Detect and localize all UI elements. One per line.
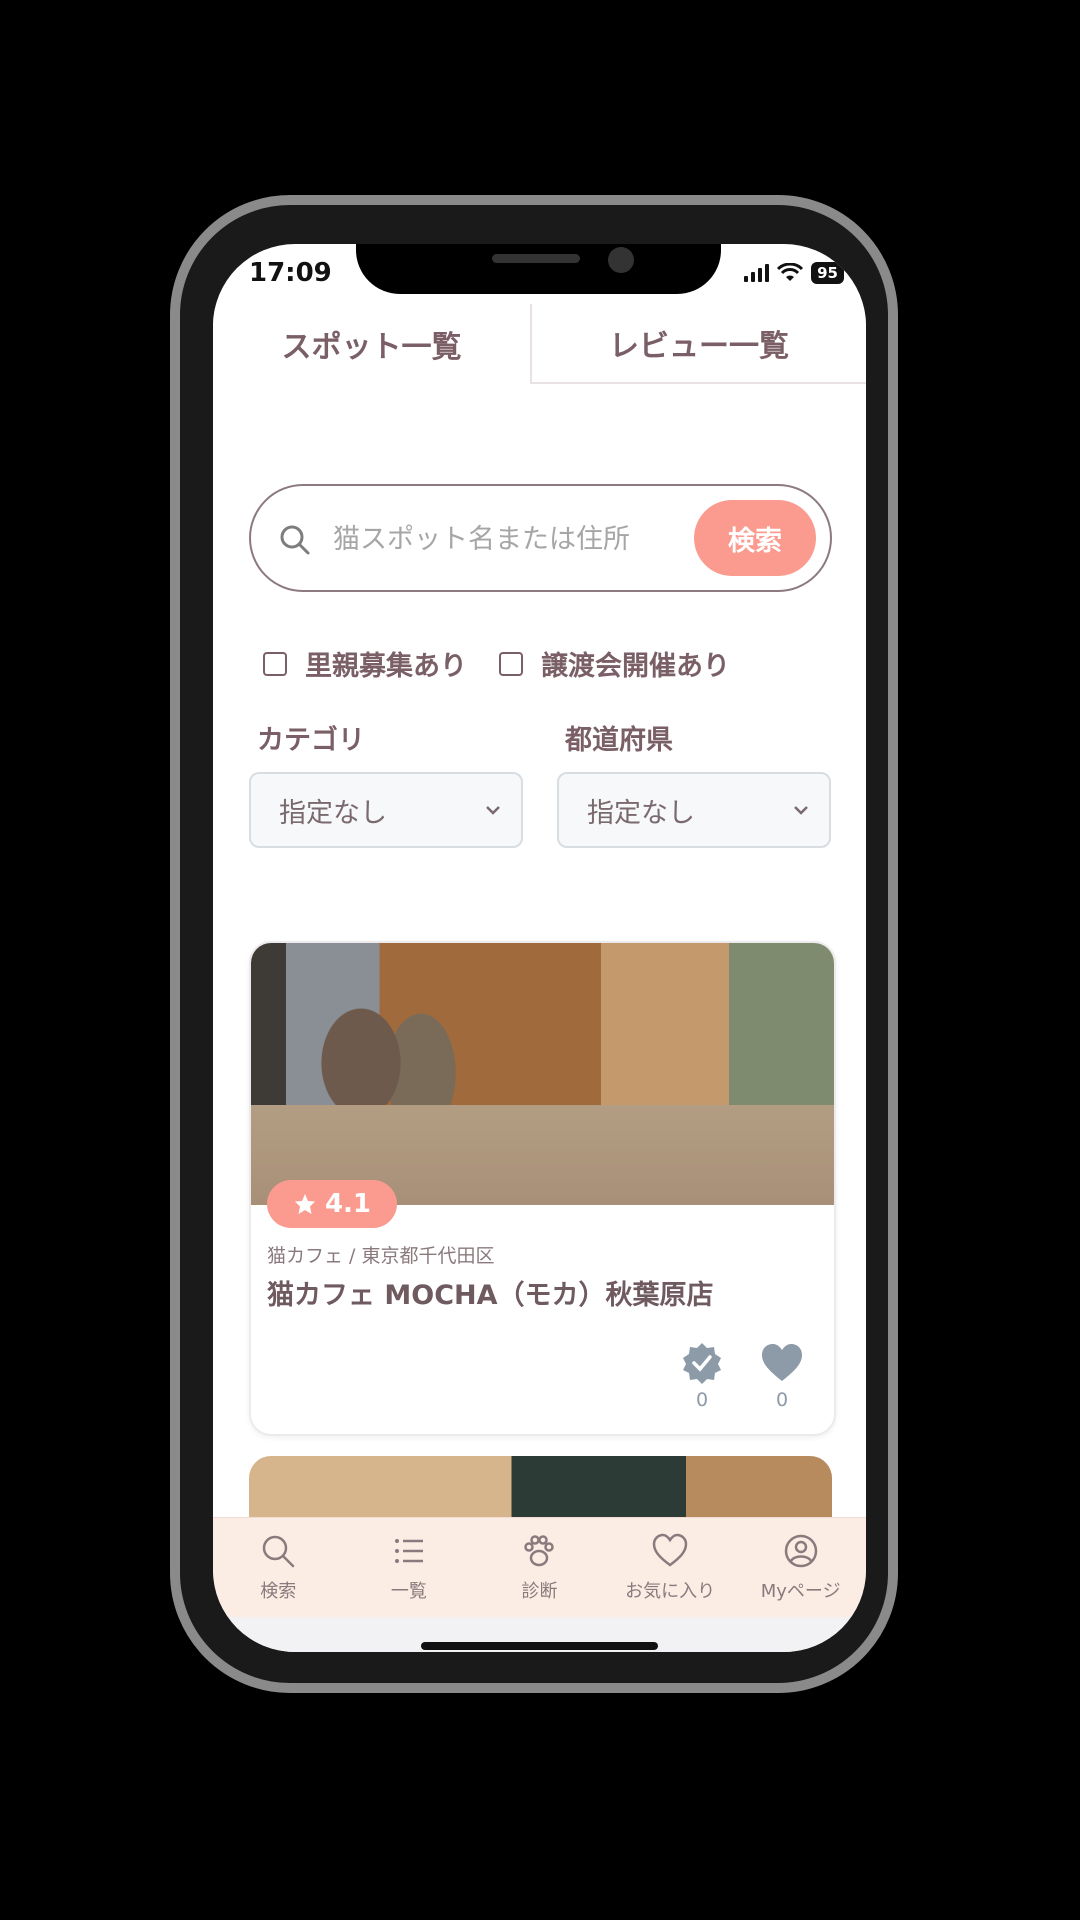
battery-icon: 95 <box>811 262 844 284</box>
nav-label: 診断 <box>521 1581 558 1602</box>
tab-review-list[interactable]: レビュー一覧 <box>530 304 866 384</box>
visited-button[interactable]: 0 <box>680 1341 724 1411</box>
phone-screen: 17:09 95 スポット一覧 レビュー一覧 検索 里親募集あり 譲渡会開催あり <box>213 244 866 1652</box>
nav-label: 検索 <box>260 1581 297 1602</box>
favorite-count: 0 <box>775 1389 789 1411</box>
paw-icon <box>524 1535 555 1567</box>
camera <box>608 247 634 273</box>
search-bar: 検索 <box>249 484 832 592</box>
spot-meta: 猫カフェ / 東京都千代田区 <box>267 1245 495 1267</box>
heart-icon <box>762 1344 802 1381</box>
nav-favorites[interactable]: お気に入り <box>605 1518 736 1618</box>
nav-search[interactable]: 検索 <box>213 1518 344 1618</box>
checkbox-label: 譲渡会開催あり <box>541 651 730 682</box>
wifi-icon <box>777 263 804 281</box>
tab-spot-list[interactable]: スポット一覧 <box>213 304 530 384</box>
nav-mypage[interactable]: Myページ <box>735 1518 866 1618</box>
prefecture-value: 指定なし <box>587 797 695 829</box>
spot-photo <box>251 943 834 1205</box>
rating-badge: 4.1 <box>267 1180 397 1228</box>
tab-bar: スポット一覧 レビュー一覧 <box>213 304 866 384</box>
category-label: カテゴリ <box>257 725 365 756</box>
nav-label: 一覧 <box>390 1581 427 1602</box>
checkbox-foster-parent[interactable]: 里親募集あり <box>263 644 467 683</box>
list-icon <box>394 1539 423 1563</box>
chevron-down-icon <box>486 806 500 815</box>
category-value: 指定なし <box>279 797 387 829</box>
prefecture-select[interactable]: 指定なし <box>557 772 831 848</box>
rating-value: 4.1 <box>324 1189 372 1219</box>
checkbox-box[interactable] <box>499 651 523 676</box>
nav-label: Myページ <box>760 1581 841 1602</box>
checkbox-box[interactable] <box>263 651 287 676</box>
filter-checkboxes: 里親募集あり 譲渡会開催あり <box>263 644 730 683</box>
spot-card[interactable]: 4.1 猫カフェ / 東京都千代田区 猫カフェ MOCHA（モカ）秋葉原店 0 … <box>249 941 836 1436</box>
prefecture-label: 都道府県 <box>565 725 673 756</box>
nav-list[interactable]: 一覧 <box>344 1518 475 1618</box>
status-icons: 95 <box>744 262 844 284</box>
chevron-down-icon <box>794 806 808 815</box>
star-icon <box>294 1194 315 1214</box>
notch <box>356 244 721 294</box>
spot-title: 猫カフェ MOCHA（モカ）秋葉原店 <box>267 1280 714 1311</box>
nav-label: お気に入り <box>625 1581 716 1602</box>
category-select[interactable]: 指定なし <box>249 772 523 848</box>
visited-count: 0 <box>695 1389 709 1411</box>
speaker <box>492 254 580 263</box>
status-time: 17:09 <box>249 258 332 288</box>
favorite-button[interactable]: 0 <box>760 1341 804 1411</box>
search-icon <box>263 1535 295 1568</box>
home-indicator[interactable] <box>421 1642 658 1650</box>
search-button[interactable]: 検索 <box>694 500 816 576</box>
verified-badge-icon <box>683 1343 721 1384</box>
signal-icon <box>744 264 770 282</box>
search-icon <box>280 525 310 555</box>
user-icon <box>784 1534 817 1568</box>
nav-diagnosis[interactable]: 診断 <box>474 1518 605 1618</box>
search-input[interactable] <box>331 510 675 568</box>
heart-icon <box>652 1533 688 1567</box>
checkbox-label: 里親募集あり <box>305 651 467 682</box>
spot-actions: 0 0 <box>680 1341 804 1411</box>
bottom-nav: 検索 一覧 診断 お気に入り Myページ <box>213 1517 866 1618</box>
checkbox-adoption-event[interactable]: 譲渡会開催あり <box>499 644 730 683</box>
